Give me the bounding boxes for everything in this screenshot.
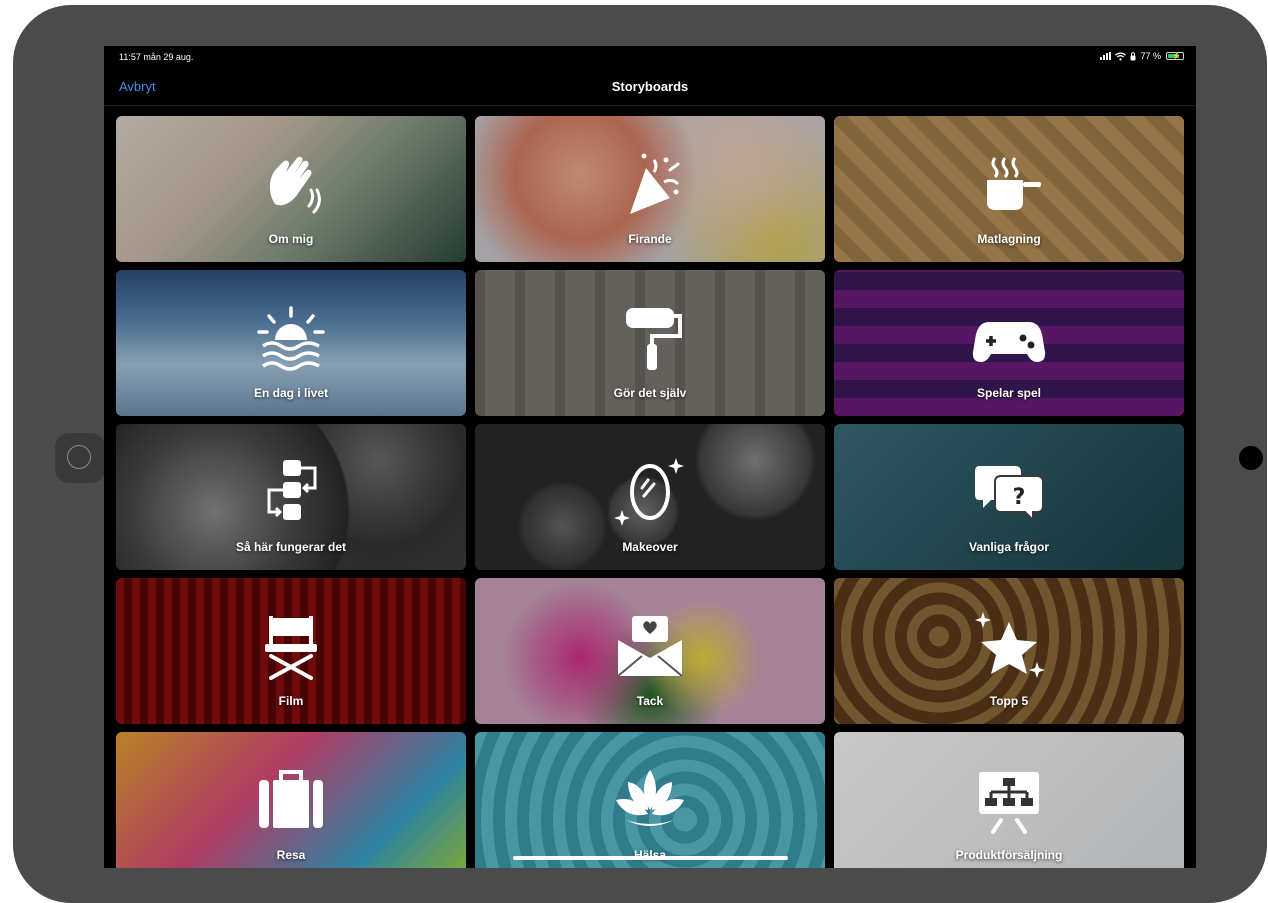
- tile-label: Tack: [636, 694, 664, 708]
- status-bar: 11:57 mån 29 aug. 77 % ⚡: [104, 46, 1196, 68]
- storyboard-tile[interactable]: Makeover: [475, 424, 825, 570]
- status-indicators: 77 % ⚡: [1100, 51, 1184, 61]
- battery-icon: ⚡: [1166, 52, 1184, 60]
- wifi-icon: [1115, 51, 1127, 61]
- suitcase-icon: [259, 770, 323, 828]
- tile-label: Resa: [276, 848, 306, 862]
- battery-percentage: 77 %: [1140, 51, 1161, 61]
- front-camera: [1239, 446, 1263, 470]
- lock-rotation-icon: [1130, 51, 1136, 60]
- home-indicator[interactable]: [513, 856, 788, 860]
- star-sparkle-icon: [975, 612, 1045, 678]
- party-popper-icon: [630, 153, 680, 214]
- storyboard-tile[interactable]: Om mig: [116, 116, 466, 262]
- storyboard-tile[interactable]: Firande: [475, 116, 825, 262]
- tile-label: Gör det själv: [613, 386, 687, 400]
- storyboard-tile[interactable]: Gör det själv: [475, 270, 825, 416]
- charging-bolt-icon: ⚡: [1172, 53, 1181, 60]
- tile-label: Topp 5: [989, 694, 1029, 708]
- page-title: Storyboards: [611, 79, 689, 94]
- mirror-sparkle-icon: [614, 458, 684, 526]
- cellular-signal-icon: [1100, 52, 1112, 60]
- svg-text:?: ?: [1013, 485, 1026, 510]
- tile-label: Spelar spel: [976, 386, 1042, 400]
- game-controller-icon: [972, 322, 1046, 362]
- tile-label: Firande: [628, 232, 672, 246]
- sunset-icon: [257, 306, 325, 371]
- storyboard-tile[interactable]: Resa: [116, 732, 466, 868]
- storyboard-grid: Om mig Firande Matlagning En dag i livet Gör…: [116, 116, 1184, 868]
- cooking-pot-icon: [987, 157, 1041, 210]
- tile-label: Vanliga frågor: [968, 540, 1050, 554]
- navigation-bar: Avbryt Storyboards: [104, 68, 1196, 106]
- heart-envelope-icon: [617, 616, 683, 677]
- tile-label: Matlagning: [977, 232, 1041, 246]
- storyboard-tile[interactable]: Film: [116, 578, 466, 724]
- presentation-chart-icon: [979, 772, 1039, 834]
- storyboard-tile[interactable]: Så här fungerar det: [116, 424, 466, 570]
- paint-roller-icon: [626, 308, 682, 370]
- lotus-icon: [616, 770, 684, 826]
- storyboard-tile[interactable]: ? Vanliga frågor: [834, 424, 1184, 570]
- tile-label: Om mig: [268, 232, 314, 246]
- director-chair-icon: [265, 616, 317, 680]
- waving-hand-icon: [269, 156, 321, 214]
- process-flow-icon: [267, 460, 317, 520]
- screen: 11:57 mån 29 aug. 77 % ⚡ Avbryt Storyboa…: [104, 46, 1196, 868]
- storyboard-tile[interactable]: En dag i livet: [116, 270, 466, 416]
- storyboard-tile[interactable]: Produktförsäljning: [834, 732, 1184, 868]
- storyboard-tile[interactable]: Topp 5: [834, 578, 1184, 724]
- tile-label: En dag i livet: [253, 386, 328, 400]
- tile-label: Film: [278, 694, 304, 708]
- question-bubbles-icon: ?: [975, 466, 1044, 523]
- storyboard-tile[interactable]: Tack: [475, 578, 825, 724]
- status-time-date: 11:57 mån 29 aug.: [119, 52, 194, 62]
- tile-label: Så här fungerar det: [235, 540, 347, 554]
- storyboard-tile[interactable]: Hälsa: [475, 732, 825, 868]
- tile-label: Makeover: [622, 540, 678, 554]
- home-button[interactable]: [55, 433, 105, 483]
- storyboard-tile[interactable]: Matlagning: [834, 116, 1184, 262]
- home-button-ring: [67, 445, 91, 469]
- tile-label: Produktförsäljning: [955, 848, 1063, 862]
- storyboard-tile[interactable]: Spelar spel: [834, 270, 1184, 416]
